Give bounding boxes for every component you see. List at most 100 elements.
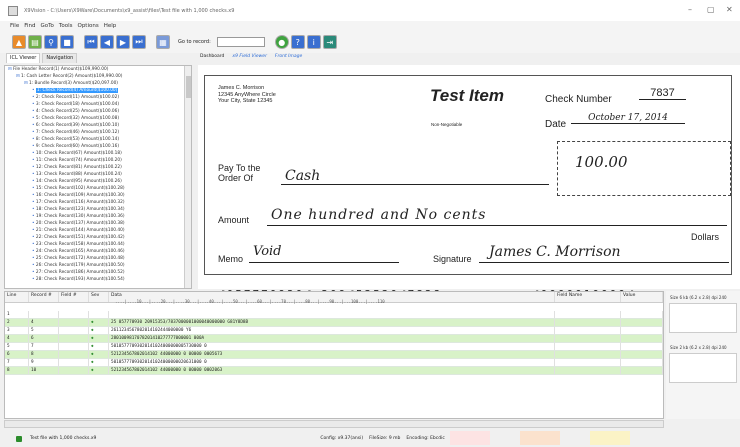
col-record[interactable]: Record # [29, 292, 59, 302]
table-cell [555, 367, 621, 374]
tree-item[interactable]: • 19: Check Record(130) Amount($100.36) [5, 213, 191, 220]
next-record-icon[interactable]: ▶ [116, 35, 130, 49]
tree-item[interactable]: • 2: Check Record(11) Amount($100.02) [5, 94, 191, 101]
table-row[interactable]: 1 [5, 311, 663, 319]
menu-find[interactable]: Find [24, 23, 35, 29]
tree-item[interactable]: • 9: Check Record(60) Amount($100.16) [5, 143, 191, 150]
tree-item[interactable]: ⊟ 1: Cash Letter Record(2) Amount($109,9… [5, 73, 191, 80]
image-icon[interactable]: ▦ [156, 35, 170, 49]
tree-item[interactable]: • 7: Check Record(46) Amount($100.12) [5, 129, 191, 136]
tree-item[interactable]: • 25: Check Record(172) Amount($100.48) [5, 255, 191, 262]
status-icon [16, 435, 22, 442]
tree-item-selected[interactable]: • 1: Check Record(4) Amount($100.00) [5, 87, 191, 94]
tab-dashboard[interactable]: Dashboard [198, 53, 226, 63]
goto-record-input[interactable] [216, 37, 265, 47]
close-icon[interactable]: ✕ [726, 5, 733, 14]
tree-item[interactable]: • 22: Check Record(151) Amount($100.42) [5, 234, 191, 241]
tab-navigation[interactable]: Navigation [42, 53, 78, 63]
menu-help[interactable]: Help [104, 23, 117, 29]
table-cell [555, 319, 621, 326]
table-cell [555, 351, 621, 358]
title-bar: X9Vision - C:\Users\X9Ware\Documents\x9_… [0, 0, 740, 21]
tree-item[interactable]: ⊟ 1: Bundle Record(3) Amount($20,097.00) [5, 80, 191, 87]
table-cell: 8 [5, 367, 29, 374]
tree-item[interactable]: • 4: Check Record(25) Amount($100.06) [5, 108, 191, 115]
go-icon[interactable]: ● [274, 35, 289, 49]
table-row[interactable]: 7 9 ◆ 50105777093020141024000000020631000 0 [5, 359, 663, 367]
tree-item[interactable]: • 14: Check Record(95) Amount($100.26) [5, 178, 191, 185]
col-value[interactable]: Value [621, 292, 663, 302]
tree-item[interactable]: • 24: Check Record(165) Amount($100.46) [5, 248, 191, 255]
grid-rows: 1 2 4 ◆ 25 057770930 20915353/78370000010000… [5, 311, 663, 375]
tree-item[interactable]: • 27: Check Record(186) Amount($100.52) [5, 269, 191, 276]
menu-tools[interactable]: Tools [59, 23, 73, 29]
table-row[interactable]: 3 5 ◆ 2611234567802014102444000000 Y6 [5, 327, 663, 335]
tree-item[interactable]: • 20: Check Record(137) Amount($100.38) [5, 220, 191, 227]
col-field[interactable]: Field # [59, 292, 89, 302]
tree-item-label: 28: Check Record(193) Amount($100.54) [35, 277, 125, 282]
help-icon[interactable]: ? [290, 35, 305, 49]
tree-item[interactable]: • 10: Check Record(67) Amount($100.18) [5, 150, 191, 157]
table-row[interactable]: 4 6 ◆ 2801009817078201410277777000001 000A [5, 335, 663, 343]
grid-hscrollbar[interactable] [4, 420, 664, 428]
info-icon[interactable]: i [306, 35, 321, 49]
col-sev[interactable]: Sev [89, 292, 109, 302]
find-icon[interactable]: ⚲ [44, 35, 58, 49]
tab-front-image[interactable]: Front Image [273, 53, 304, 63]
export-icon[interactable]: ▤ [28, 35, 42, 49]
table-cell: ◆ [89, 335, 109, 342]
date-label: Date [545, 119, 567, 130]
maximize-icon[interactable]: ▢ [707, 5, 715, 14]
thumbnail-panel: Size 6 kb (6.2 x 2.8) dpi 240 Size 2 kb … [666, 291, 740, 419]
first-record-icon[interactable]: ⏮ [84, 35, 98, 49]
table-cell [59, 367, 89, 374]
tree-item[interactable]: • 23: Check Record(158) Amount($100.44) [5, 241, 191, 248]
status-encoding: Encoding: Ebcdic [406, 436, 445, 441]
tree-item[interactable]: • 17: Check Record(116) Amount($100.32) [5, 199, 191, 206]
record-tree[interactable]: ⊟ File Header Record(1) Amount($109,990.… [4, 65, 192, 289]
menu-goto[interactable]: GoTo [41, 23, 54, 29]
tree-item[interactable]: • 13: Check Record(88) Amount($100.24) [5, 171, 191, 178]
prev-record-icon[interactable]: ◀ [100, 35, 114, 49]
table-row[interactable]: 5 7 ◆ 50105777093020141024000000005730000 0 [5, 343, 663, 351]
col-line[interactable]: Line [5, 292, 29, 302]
tree-item[interactable]: • 11: Check Record(74) Amount($100.20) [5, 157, 191, 164]
menu-bar: File Find GoTo Tools Options Help [0, 21, 740, 31]
tree-item[interactable]: • 8: Check Record(53) Amount($100.14) [5, 136, 191, 143]
tree-item[interactable]: ⊟ File Header Record(1) Amount($109,990.… [5, 66, 191, 73]
table-row[interactable]: 8 10 ◆ 521234567802014102 44000000 0 00000 … [5, 367, 663, 375]
tree-item-label: 15: Check Record(102) Amount($100.28) [35, 186, 125, 191]
tree-item[interactable]: • 16: Check Record(109) Amount($100.30) [5, 192, 191, 199]
open-file-icon[interactable]: ▲ [12, 35, 26, 49]
memo-value: Void [253, 244, 282, 259]
thumb-back-image[interactable] [669, 353, 737, 383]
tree-scrollbar[interactable] [184, 66, 191, 288]
table-cell [555, 335, 621, 342]
tree-item-label: 26: Check Record(179) Amount($100.50) [35, 263, 125, 268]
table-row[interactable]: 6 8 ◆ 521234567802014102 44000000 0 00000 0… [5, 351, 663, 359]
save-icon[interactable]: ■ [60, 35, 74, 49]
menu-file[interactable]: File [10, 23, 19, 29]
col-field-name[interactable]: Field Name [555, 292, 621, 302]
tree-item-label: 19: Check Record(130) Amount($100.36) [35, 214, 125, 219]
tree-item[interactable]: • 6: Check Record(39) Amount($100.10) [5, 122, 191, 129]
tree-item[interactable]: • 3: Check Record(18) Amount($100.04) [5, 101, 191, 108]
menu-options[interactable]: Options [77, 23, 98, 29]
status-filesize: FileSize: 9 mb [369, 436, 401, 441]
tree-item[interactable]: • 26: Check Record(179) Amount($100.50) [5, 262, 191, 269]
non-negotiable-text: Non-Negotiable [431, 122, 463, 127]
table-row[interactable]: 2 4 ◆ 25 057770930 20915353/783700000100004… [5, 319, 663, 327]
tab-icl-viewer[interactable]: ICL Viewer [6, 53, 41, 63]
last-record-icon[interactable]: ⏭ [132, 35, 146, 49]
tree-item[interactable]: • 5: Check Record(32) Amount($100.08) [5, 115, 191, 122]
minimize-icon[interactable]: – [688, 5, 692, 14]
tab-field-viewer[interactable]: x9 Field Viewer [230, 53, 269, 63]
thumb-front-image[interactable] [669, 303, 737, 333]
exit-icon[interactable]: ⇥ [322, 35, 337, 49]
tree-item-label: 21: Check Record(144) Amount($100.40) [35, 228, 125, 233]
tree-item[interactable]: • 28: Check Record(193) Amount($100.54) [5, 276, 191, 283]
tree-item[interactable]: • 12: Check Record(81) Amount($100.22) [5, 164, 191, 171]
tree-item[interactable]: • 18: Check Record(123) Amount($100.34) [5, 206, 191, 213]
tree-item[interactable]: • 15: Check Record(102) Amount($100.28) [5, 185, 191, 192]
tree-item[interactable]: • 21: Check Record(144) Amount($100.40) [5, 227, 191, 234]
